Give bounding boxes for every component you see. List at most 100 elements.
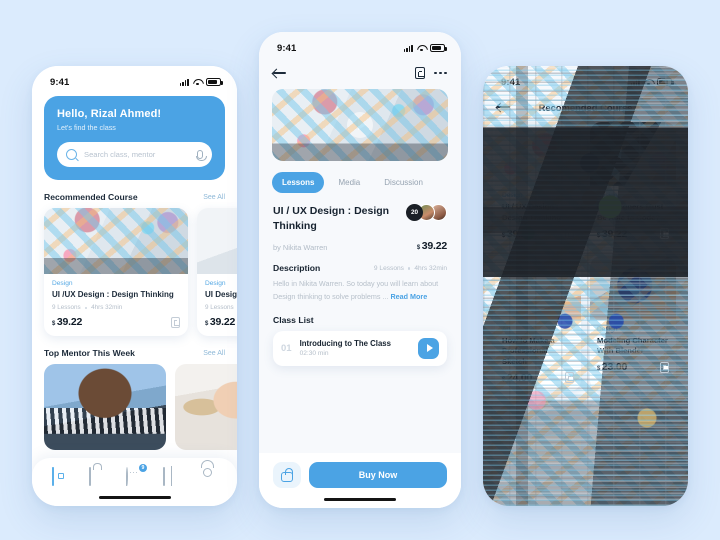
price-amount: 39.22 [56, 316, 83, 329]
course-card[interactable] [590, 399, 676, 464]
book-icon [163, 466, 165, 486]
price-amount: 39.22 [421, 240, 447, 253]
course-title-row: UI / UX Design : Design Thinking 20 [273, 204, 447, 234]
currency-symbol: $ [52, 321, 56, 328]
enrolled-avatars[interactable]: 20 [406, 204, 447, 221]
back-arrow-icon[interactable] [273, 68, 286, 78]
course-category: Design [52, 280, 73, 287]
bag-icon [89, 466, 91, 486]
lesson-number: 01 [281, 342, 292, 354]
buy-now-button[interactable]: Buy Now [309, 462, 447, 488]
course-video-preview[interactable] [272, 89, 448, 161]
phone-course-detail-screen: 9:41 Lessons Media Discussion UI / UX De… [259, 32, 461, 508]
tab-media[interactable]: Media [328, 172, 370, 193]
detail-nav-bar [259, 58, 461, 84]
wifi-icon [193, 79, 202, 86]
tab-lessons[interactable]: Lessons [272, 172, 325, 193]
class-list-title: Class List [273, 314, 314, 325]
mentor-card[interactable] [175, 364, 237, 451]
course-price: $ 39.22 [205, 316, 235, 328]
top-mentor-header: Top Mentor This Week See All [44, 348, 225, 358]
course-card[interactable]: Design UI /UX Design : Design Thinking 9… [44, 208, 188, 337]
course-duration: 4hrs 32min [414, 264, 447, 272]
status-icons [403, 44, 447, 52]
more-options-icon[interactable] [434, 71, 447, 75]
status-bar: 9:41 [259, 32, 461, 58]
mentor-card[interactable] [44, 364, 166, 451]
detail-tabs[interactable]: Lessons Media Discussion [259, 161, 461, 193]
greeting-hero-card: Hello, Rizal Ahmed! Let's find the class… [44, 96, 225, 180]
section-title-mentor: Top Mentor This Week [44, 348, 135, 359]
tab-chat[interactable]: 9 [126, 463, 147, 486]
description-meta: 9 Lessons 4hrs 32min [374, 265, 447, 272]
course-info: Design UI /UX Design : Design Thinking 9… [44, 274, 188, 336]
lesson-name: Introducing to The Class [299, 338, 391, 348]
cellular-signal-icon [179, 78, 189, 86]
home-screen: 9:41 Hello, Rizal Ahmed! Let's find the … [32, 66, 237, 506]
bottom-tab-bar[interactable]: 9 [32, 458, 237, 506]
description-title: Description [273, 263, 321, 274]
bag-icon [281, 468, 293, 482]
add-to-cart-button[interactable] [273, 462, 301, 488]
chat-badge: 9 [139, 463, 147, 472]
tab-discussion[interactable]: Discussion [374, 172, 433, 193]
description-header: Description 9 Lessons 4hrs 32min [273, 263, 447, 273]
course-lessons: 9 Lessons [205, 304, 234, 312]
separator-dot-icon [84, 306, 88, 310]
course-footer: $ 39.22 [52, 316, 180, 328]
home-indicator [324, 497, 396, 501]
course-detail-screen: 9:41 Lessons Media Discussion UI / UX De… [259, 32, 461, 508]
course-category: Design [205, 280, 226, 287]
tab-profile[interactable] [200, 468, 217, 485]
course-thumbnail [590, 399, 676, 464]
home-icon [52, 466, 54, 486]
phone-home-screen: 9:41 Hello, Rizal Ahmed! Let's find the … [32, 66, 237, 506]
course-thumbnail [197, 208, 237, 274]
status-icons [179, 78, 223, 86]
separator-dot-icon [407, 267, 411, 270]
price-amount: 39.22 [209, 316, 236, 329]
lesson-duration: 02:30 min [299, 350, 329, 358]
course-card[interactable]: Design UI Design 9 Lessons $ 39.22 [197, 208, 237, 337]
bookmark-icon[interactable] [171, 316, 180, 328]
tab-home[interactable] [52, 466, 69, 486]
phone-recommended-list-screen: 9:41 Recomended Course Design UI / UX [483, 66, 688, 506]
status-time: 9:41 [277, 42, 297, 54]
status-time: 9:41 [50, 76, 70, 88]
greeting-title: Hello, Rizal Ahmed! [57, 108, 162, 120]
recommended-course-screen: 9:41 Recomended Course Design UI / UX [483, 66, 688, 506]
course-lessons: 9 Lessons [373, 264, 404, 272]
tab-book[interactable] [163, 466, 180, 486]
mentor-list[interactable] [32, 364, 237, 451]
search-icon [66, 149, 77, 160]
battery-icon [430, 44, 447, 52]
see-all-recommended[interactable]: See All [203, 194, 225, 201]
course-price: $ 39.22 [52, 316, 82, 328]
home-indicator [98, 495, 171, 499]
search-bar[interactable]: Search class, mentor [57, 142, 212, 167]
see-all-mentor[interactable]: See All [203, 350, 225, 357]
read-more-link[interactable]: Read More [390, 292, 427, 301]
chat-icon [126, 466, 137, 486]
cellular-signal-icon [403, 44, 413, 52]
greeting-subtitle: Let's find the class [57, 123, 116, 132]
recommended-course-list[interactable]: Design UI /UX Design : Design Thinking 9… [32, 208, 237, 337]
wifi-icon [417, 45, 426, 52]
description-text: Hello in Nikita Warren. So today you wil… [273, 278, 447, 303]
course-footer: $ 39.22 [205, 316, 237, 328]
play-icon[interactable] [347, 112, 373, 138]
course-lessons: 9 Lessons [52, 304, 81, 312]
course-grid[interactable]: Design UI / UX Design : Design Thinking … [483, 118, 688, 464]
currency-symbol: $ [416, 245, 421, 252]
search-input[interactable]: Search class, mentor [84, 150, 190, 159]
microphone-icon[interactable] [195, 150, 207, 162]
section-title-recommended: Recommended Course [44, 192, 138, 202]
play-icon[interactable] [418, 337, 439, 359]
course-info: Design UI Design 9 Lessons $ 39.22 [197, 274, 237, 336]
enrolled-count-badge: 20 [406, 204, 423, 221]
purchase-bar: Buy Now [259, 453, 461, 508]
lesson-info: Introducing to The Class 02:30 min [300, 339, 391, 358]
tab-bag[interactable] [89, 466, 106, 486]
bookmark-icon[interactable] [415, 66, 426, 80]
class-list-item[interactable]: 01 Introducing to The Class 02:30 min [273, 330, 447, 366]
